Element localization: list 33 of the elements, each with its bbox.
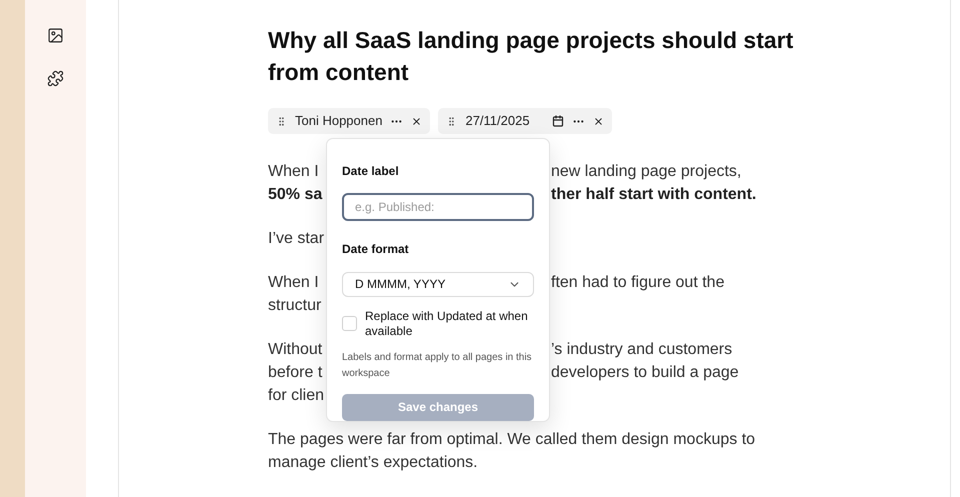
date-chip[interactable]: 27/11/2025 [438,108,612,134]
paragraph-text: developers to build a page [551,363,739,383]
author-chip[interactable]: Toni Hopponen [268,108,430,134]
checkbox-label: Replace with Updated at when available [365,308,529,339]
field-label: Date format [342,240,410,258]
date-text: 27/11/2025 [465,112,530,130]
close-icon[interactable] [592,116,604,126]
paragraph-text: for clien [268,386,324,406]
checkbox[interactable] [342,316,357,331]
calendar-icon[interactable] [552,115,564,127]
paragraph-text: When I [268,273,319,293]
author-name: Toni Hopponen [295,112,382,130]
paragraph-text: structur [268,296,322,316]
puzzle-icon[interactable] [47,70,64,87]
paragraph-text: ther half start with content. [551,185,756,205]
help-text: Labels and format apply to all pages in this workspace [342,350,533,381]
paragraph-text: before t [268,363,322,383]
drag-handle-icon[interactable] [276,116,287,126]
paragraph-text: The pages were far from optimal. We called them design mockups to [268,430,756,450]
paragraph-text: ’s industry and customers [551,340,732,360]
image-icon[interactable] [47,27,64,44]
article-title: Why all SaaS landing page projects should start from content [268,26,794,87]
paragraph-text: I’ve star [268,229,324,249]
date-label-input[interactable]: e.g. Published: [342,193,534,221]
field-label: Date label [342,163,400,180]
paragraph-text: 50% sa [268,185,322,205]
paragraph-text: manage client’s expectations. [268,453,478,473]
close-icon[interactable] [411,116,422,126]
paragraph-text: ften had to figure out the [551,273,724,293]
paragraph-text: Without [268,340,322,360]
paragraph-text: When I [268,162,319,182]
date-format-select[interactable]: D MMMM, YYYY [342,272,534,297]
paragraph-text: new landing page projects, [551,162,742,182]
